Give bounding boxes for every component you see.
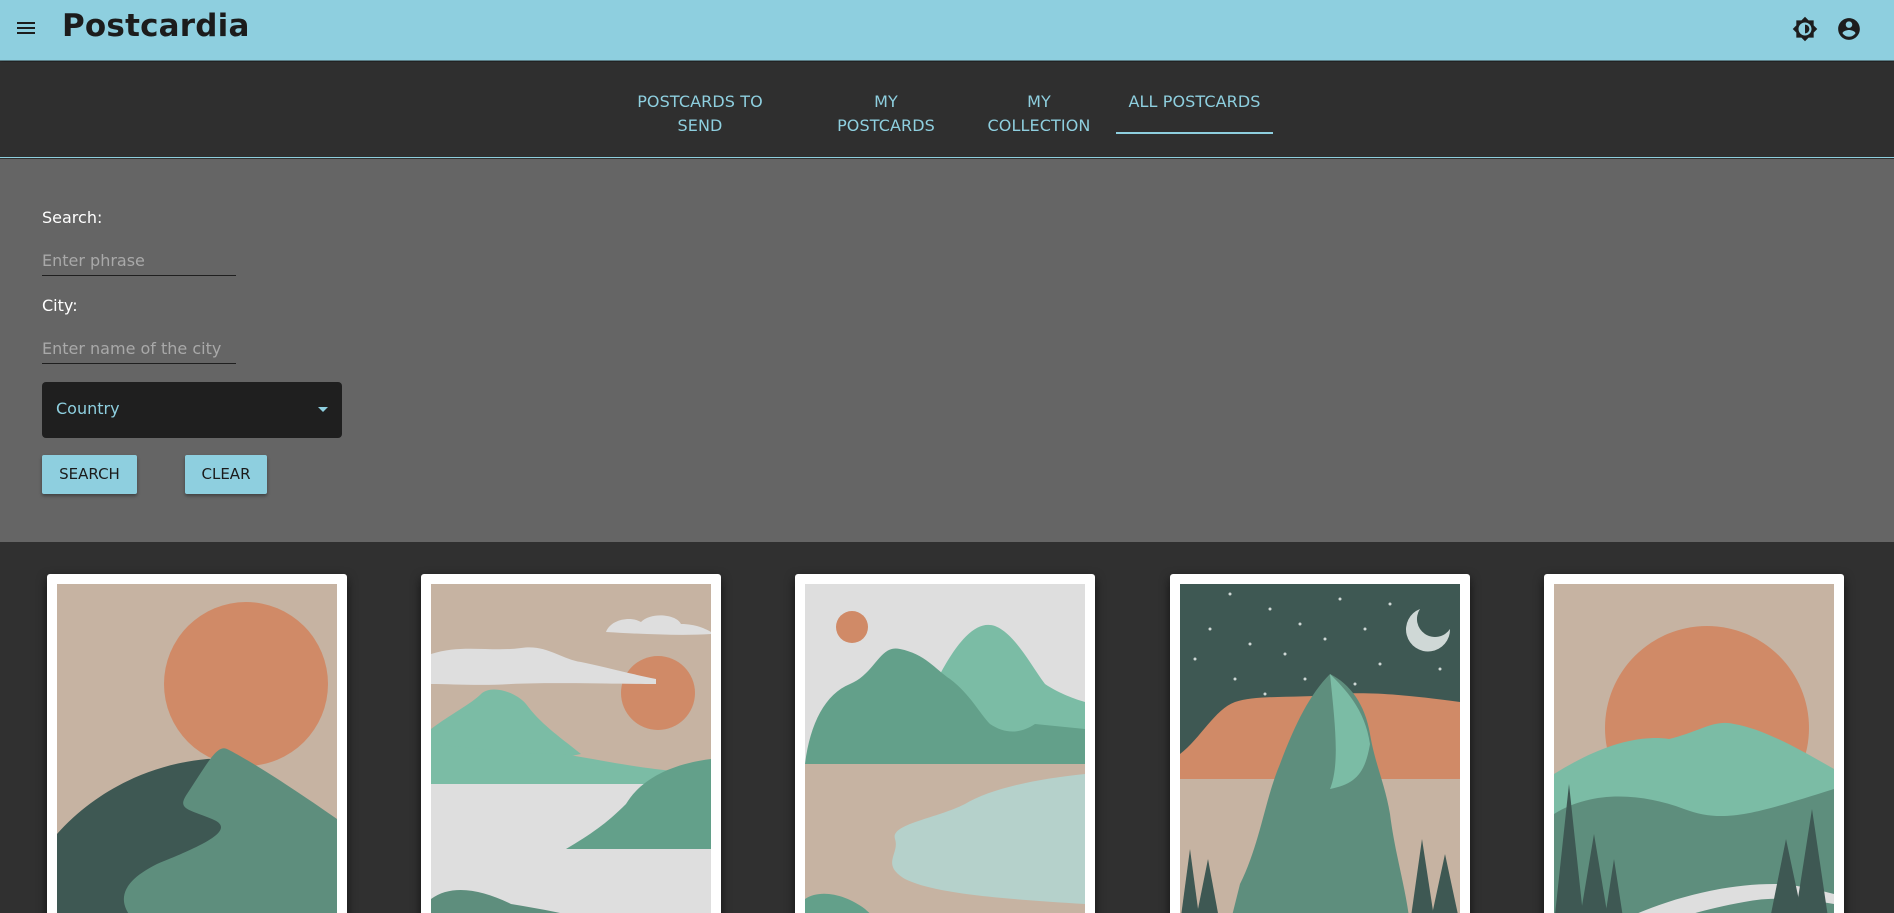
search-label: Search: xyxy=(42,208,103,227)
tab-all-postcards[interactable]: ALL POSTCARDS xyxy=(1116,90,1273,134)
postcard-card[interactable] xyxy=(1170,574,1470,913)
postcard-grid xyxy=(0,542,1894,913)
tab-bar: POSTCARDS TO SEND MY POSTCARDS MY COLLEC… xyxy=(0,62,1894,158)
postcard-image-hills-beach-river xyxy=(805,584,1085,913)
tab-my-postcards[interactable]: MY POSTCARDS xyxy=(827,90,945,135)
search-button[interactable]: SEARCH xyxy=(42,455,137,494)
brightness-icon[interactable] xyxy=(1792,16,1818,42)
clear-button[interactable]: CLEAR xyxy=(185,455,267,494)
postcard-card[interactable] xyxy=(1544,574,1844,913)
chevron-down-icon xyxy=(318,407,328,412)
tab-my-collection[interactable]: MY COLLECTION xyxy=(978,90,1100,135)
search-input[interactable] xyxy=(42,246,236,276)
postcard-card[interactable] xyxy=(47,574,347,913)
city-input[interactable] xyxy=(42,334,236,364)
app-bar: Postcardia xyxy=(0,0,1894,61)
postcard-image-sunrise-valley-forest xyxy=(1554,584,1834,913)
tab-postcards-to-send[interactable]: POSTCARDS TO SEND xyxy=(634,90,766,135)
postcard-image-night-mountain-moon xyxy=(1180,584,1460,913)
menu-icon[interactable] xyxy=(14,16,38,40)
filter-panel: Search: City: Country SEARCH CLEAR xyxy=(0,159,1894,542)
app-title: Postcardia xyxy=(62,8,250,44)
account-circle-icon[interactable] xyxy=(1836,16,1862,42)
postcard-image-sun-over-dark-hills xyxy=(57,584,337,913)
postcard-card[interactable] xyxy=(795,574,1095,913)
postcard-image-clouds-sun-lake xyxy=(431,584,711,913)
country-select[interactable]: Country xyxy=(42,382,342,438)
city-label: City: xyxy=(42,296,78,315)
postcard-card[interactable] xyxy=(421,574,721,913)
country-select-value: Country xyxy=(56,399,120,418)
